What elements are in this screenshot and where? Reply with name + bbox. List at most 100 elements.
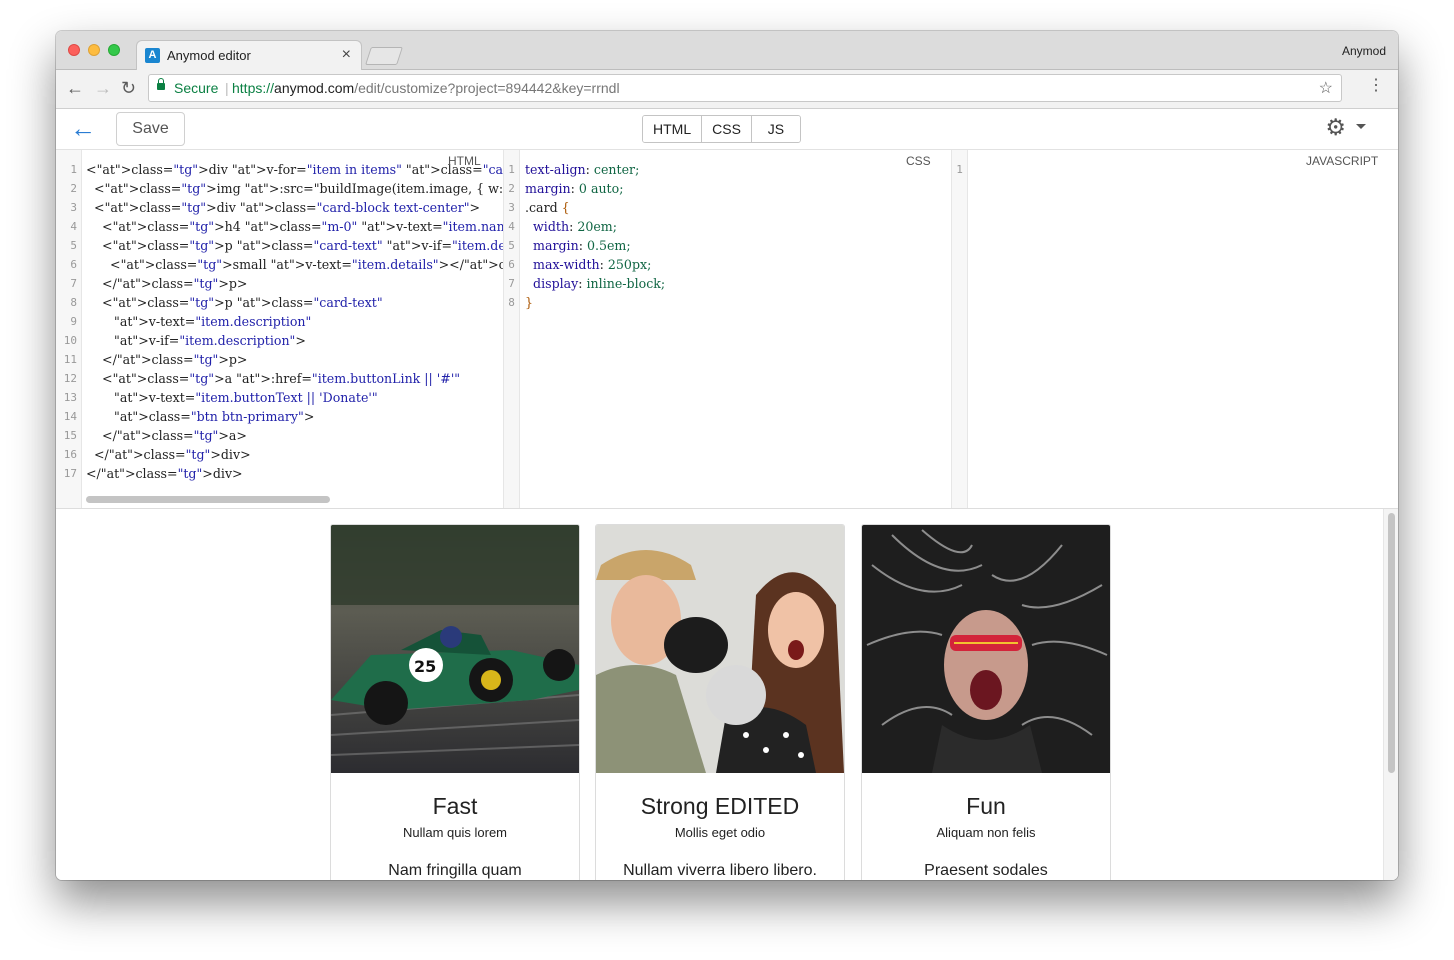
card-description: Nam fringilla quam [388,862,522,879]
html-horizontal-scrollbar[interactable] [86,496,330,503]
card-strong: Strong EDITED Mollis eget odio Nullam vi… [595,524,845,880]
maximize-window-button[interactable] [108,44,120,56]
secure-label: Secure [174,80,219,96]
address-toolbar: ← → ↻ Secure | https://anymod.com/edit/c… [56,70,1398,109]
card-fast: 25 Fast Nullam quis lorem Nam fringilla … [330,524,580,880]
bookmark-star-icon[interactable]: ☆ [1319,78,1333,98]
code-line[interactable]: "at">v-text="item.description" [86,312,503,331]
card-description: Nullam viverra libero libero. [623,862,817,879]
pane-divider[interactable]: 1 2 3 4 5 6 7 8 [503,150,520,508]
code-line[interactable]: <"at">class="tg">h4 "at">class="m-0" "at… [86,217,503,236]
code-line[interactable]: <"at">class="tg">a "at">:href="item.butt… [86,369,503,388]
pane-divider[interactable]: 1 [951,150,968,508]
boxing-couple-image [596,525,844,773]
url-host: anymod.com [274,80,355,96]
html-code[interactable]: <"at">class="tg">div "at">v-for="item in… [86,160,503,483]
tab-bar: A Anymod editor × Anymod [56,31,1398,70]
tab-css[interactable]: CSS [702,116,752,142]
code-line[interactable]: </"at">class="tg">div> [86,445,503,464]
code-line[interactable]: <"at">class="tg">div "at">class="card-bl… [86,198,503,217]
line-number: 6 [508,258,515,271]
code-line[interactable]: </"at">class="tg">p> [86,350,503,369]
code-line[interactable]: <"at">class="tg">img "at">:src="buildIma… [86,179,503,198]
card-fun: Fun Aliquam non felis Praesent sodales [861,524,1111,880]
chevron-down-icon[interactable] [1356,124,1366,129]
code-line[interactable]: margin: 0.5em; [525,236,665,255]
card-title: Fast [432,793,478,819]
back-arrow-icon[interactable]: ← [70,115,96,141]
reload-icon[interactable]: ↻ [121,79,136,97]
code-line[interactable]: </"at">class="tg">a> [86,426,503,445]
language-tabs: HTML CSS JS [642,115,801,143]
browser-window: A Anymod editor × Anymod ← → ↻ Secure | … [56,31,1398,880]
code-line[interactable]: width: 20em; [525,217,665,236]
code-line[interactable]: </"at">class="tg">p> [86,274,503,293]
html-pane-label: HTML [448,154,481,168]
minimize-window-button[interactable] [88,44,100,56]
card-title: Fun [966,793,1006,819]
line-number: 3 [508,201,515,214]
preview-scrollbar-thumb[interactable] [1388,513,1395,773]
wild-hair-man-image [862,525,1110,773]
code-line[interactable]: } [525,293,665,312]
code-line[interactable]: </"at">class="tg">div> [86,464,503,483]
line-number: 1 [508,163,515,176]
code-line[interactable]: max-width: 250px; [525,255,665,274]
card-details: Nullam quis lorem [402,825,508,840]
browser-tab[interactable]: A Anymod editor × [136,40,362,70]
code-line[interactable]: <"at">class="tg">div "at">v-for="item in… [86,160,503,179]
code-line[interactable]: <"at">class="tg">p "at">class="card-text… [86,236,503,255]
url-text[interactable]: https://anymod.com/edit/customize?projec… [232,80,620,96]
line-number: 2 [508,182,515,195]
card-details: Mollis eget odio [674,825,766,840]
url-scheme: https:// [232,80,275,96]
line-number: 1 [956,163,963,176]
tab-close-icon[interactable]: × [342,46,351,64]
tab-title: Anymod editor [167,48,251,63]
tab-html[interactable]: HTML [643,116,703,142]
html-line-numbers: 1 2 3 4 5 6 7 8 9 10 11 12 13 14 15 16 17 [56,150,82,508]
code-line[interactable]: "at">class="btn btn-primary"> [86,407,503,426]
back-icon[interactable]: ← [66,79,84,97]
code-line[interactable]: .card { [525,198,665,217]
code-line[interactable]: display: inline-block; [525,274,665,293]
card-details: Aliquam non felis [936,825,1036,840]
card-description: Praesent sodales [924,862,1048,879]
lock-icon [157,78,165,90]
js-editor[interactable]: JAVASCRIPT [968,150,1398,508]
tab-js[interactable]: JS [751,116,800,142]
line-number: 8 [508,296,515,309]
preview-scrollbar-track[interactable] [1383,509,1398,880]
css-pane-label: CSS [906,154,931,168]
code-editors: 1 2 3 4 5 6 7 8 9 10 11 12 13 14 15 16 17 <"at">class="t… [56,150,1398,509]
race-car-image: 25 [331,525,579,773]
line-number: 5 [508,239,515,252]
close-window-button[interactable] [68,44,80,56]
url-separator: | [225,80,229,96]
css-code[interactable]: text-align: center; margin: 0 auto; .card … [525,160,665,312]
svg-text:25: 25 [414,657,436,676]
line-number: 7 [508,277,515,290]
anymod-favicon-icon: A [145,48,160,63]
code-line[interactable]: "at">v-if="item.description"> [86,331,503,350]
browser-menu-icon[interactable]: ⋮ [1368,78,1384,94]
code-line[interactable]: margin: 0 auto; [525,179,665,198]
code-line[interactable]: text-align: center; [525,160,665,179]
forward-icon[interactable]: → [94,79,112,97]
gear-icon[interactable]: ⚙ [1325,114,1346,140]
card-title: Strong EDITED [640,793,800,819]
code-line[interactable]: "at">v-text="item.buttonText || 'Donate'… [86,388,503,407]
code-line[interactable]: <"at">class="tg">small "at">v-text="item… [86,255,503,274]
url-bar[interactable]: Secure | https://anymod.com/edit/customi… [148,74,1342,102]
profile-name[interactable]: Anymod [1342,44,1386,58]
js-pane-label: JAVASCRIPT [1306,154,1379,168]
code-line[interactable]: <"at">class="tg">p "at">class="card-text… [86,293,503,312]
editor-toolbar: ← Save HTML CSS JS ⚙ [56,109,1398,150]
save-button[interactable]: Save [116,112,185,146]
line-number: 4 [508,220,515,233]
html-editor[interactable]: 1 2 3 4 5 6 7 8 9 10 11 12 13 14 15 16 17 <"at">class="t… [56,150,503,508]
preview-pane: 25 Fast Nullam quis lorem Nam fringilla … [56,509,1398,880]
url-path: /edit/customize?project=894442&key=rrndl [354,80,620,96]
css-editor[interactable]: text-align: center; margin: 0 auto; .card … [520,150,951,508]
new-tab-button[interactable] [365,47,403,65]
